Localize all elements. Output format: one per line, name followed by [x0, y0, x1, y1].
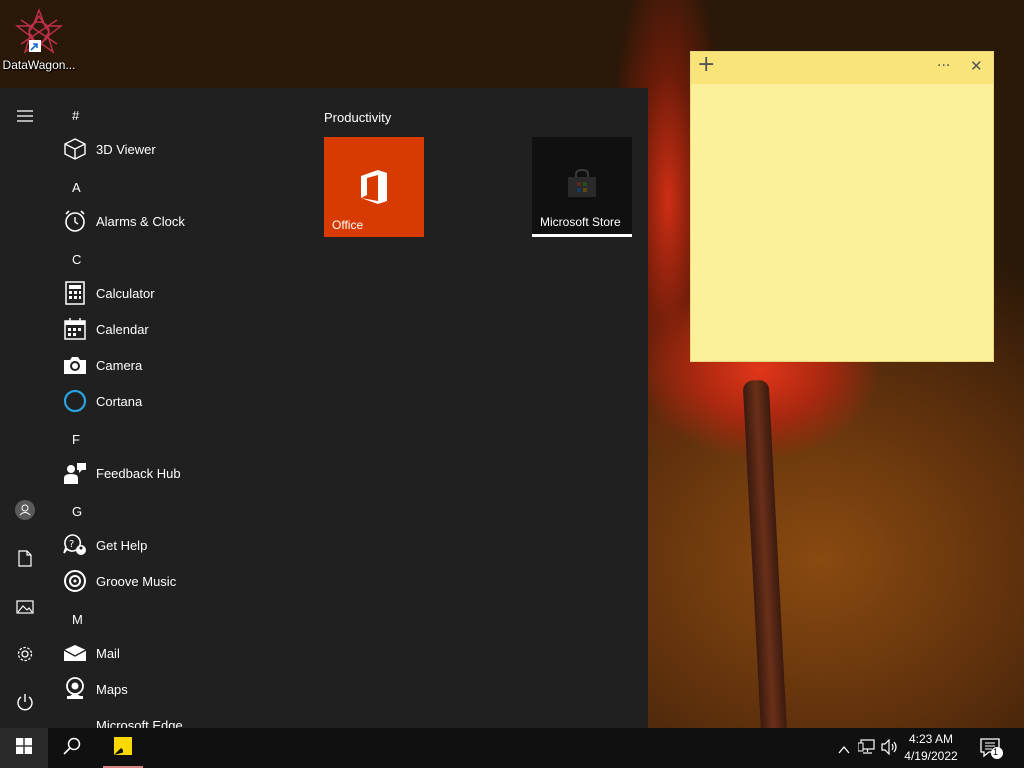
- mail-icon: [62, 640, 88, 666]
- power-icon: [16, 693, 34, 715]
- app-label: Calculator: [96, 285, 155, 301]
- clock-date: 4/19/2022: [904, 749, 958, 763]
- app-get-help[interactable]: ? Get Help: [62, 527, 292, 563]
- app-label: Microsoft Edge: [96, 717, 183, 729]
- user-account-button[interactable]: [0, 492, 50, 532]
- desktop-icon-label: DataWagon...: [2, 58, 76, 72]
- note-menu-button[interactable]: ···: [937, 58, 950, 74]
- app-label: Cortana: [96, 393, 143, 409]
- tile-office[interactable]: Office: [324, 137, 424, 237]
- app-label: 3D Viewer: [96, 141, 156, 157]
- cube-icon: [62, 136, 88, 162]
- get-help-icon: ?: [62, 532, 88, 558]
- app-camera[interactable]: Camera: [62, 347, 292, 383]
- app-label: Camera: [96, 357, 143, 373]
- camera-icon: [62, 352, 88, 378]
- chevron-up-icon[interactable]: [838, 740, 850, 759]
- power-button[interactable]: [0, 684, 50, 724]
- settings-gear-icon: [16, 645, 34, 667]
- sticky-note-window: + ··· ✕: [690, 51, 994, 362]
- clock-time: 4:23 AM: [908, 732, 954, 746]
- app-label: Maps: [96, 681, 128, 697]
- documents-icon: [18, 549, 32, 571]
- calendar-icon: [62, 316, 88, 342]
- desktop-icon-datawagon[interactable]: DataWagon...: [0, 8, 78, 72]
- hamburger-menu-icon: [17, 107, 33, 126]
- app-feedback-hub[interactable]: Feedback Hub: [62, 455, 292, 491]
- app-label: Alarms & Clock: [96, 213, 185, 229]
- calculator-icon: [62, 280, 88, 306]
- pictures-button[interactable]: [0, 588, 50, 628]
- maps-icon: [62, 676, 88, 702]
- svg-text:?: ?: [69, 539, 74, 550]
- wallpaper-flower-stem: [742, 379, 788, 741]
- tile-label: Microsoft Store: [540, 215, 621, 229]
- app-3d-viewer[interactable]: 3D Viewer: [62, 131, 292, 167]
- pictures-icon: [16, 599, 34, 618]
- app-label: Mail: [96, 645, 120, 661]
- network-icon[interactable]: [857, 739, 876, 759]
- search-button[interactable]: [48, 728, 96, 768]
- tile-microsoft-store[interactable]: Microsoft Store: [532, 137, 632, 237]
- tile-group-title[interactable]: Productivity: [324, 110, 391, 125]
- letter-header-m[interactable]: M: [72, 612, 83, 627]
- start-rail: [0, 88, 50, 728]
- documents-button[interactable]: [0, 540, 50, 580]
- app-calendar[interactable]: Calendar: [62, 311, 292, 347]
- app-calculator[interactable]: Calculator: [62, 275, 292, 311]
- letter-header-hash[interactable]: #: [72, 108, 79, 123]
- windows-logo-icon: [16, 738, 32, 758]
- letter-header-c[interactable]: C: [72, 252, 81, 267]
- app-label: Calendar: [96, 321, 149, 337]
- app-groove-music[interactable]: Groove Music: [62, 563, 292, 599]
- taskbar: 4:23 AM 4/19/2022 1: [0, 728, 1024, 768]
- app-microsoft-edge[interactable]: Microsoft Edge: [62, 707, 292, 729]
- search-icon: [63, 737, 81, 759]
- user-avatar-icon: [15, 500, 35, 524]
- settings-button[interactable]: [0, 636, 50, 676]
- feedback-hub-icon: [62, 460, 88, 486]
- letter-header-g[interactable]: G: [72, 504, 82, 519]
- system-tray: 4:23 AM 4/19/2022 1: [824, 728, 1024, 768]
- sticky-notes-icon: [113, 736, 133, 760]
- taskbar-clock[interactable]: 4:23 AM 4/19/2022: [896, 731, 966, 765]
- hamburger-menu-button[interactable]: [0, 96, 50, 136]
- app-cortana[interactable]: Cortana: [62, 383, 292, 419]
- letter-header-a[interactable]: A: [72, 180, 81, 195]
- action-center-button[interactable]: 1: [980, 738, 1004, 760]
- notification-count-badge: 1: [993, 747, 999, 757]
- edge-icon: [62, 712, 88, 728]
- taskbar-sticky-notes[interactable]: [103, 728, 143, 768]
- app-label: Get Help: [96, 537, 148, 553]
- app-label: Groove Music: [96, 573, 177, 589]
- add-note-button[interactable]: +: [697, 52, 715, 77]
- start-button[interactable]: [0, 728, 48, 768]
- groove-music-icon: [62, 568, 88, 594]
- sticky-note-content[interactable]: [691, 84, 993, 361]
- app-alarms-clock[interactable]: Alarms & Clock: [62, 203, 292, 239]
- office-logo-icon: [360, 170, 388, 208]
- datawagon-logo-icon: [14, 8, 64, 56]
- app-label: Feedback Hub: [96, 465, 181, 481]
- alarm-clock-icon: [62, 208, 88, 234]
- cortana-ring-icon: [62, 388, 88, 414]
- app-list: # 3D Viewer A Alarms & Clock C Calculato…: [50, 88, 290, 728]
- close-note-button[interactable]: ✕: [970, 57, 983, 75]
- letter-header-f[interactable]: F: [72, 432, 80, 447]
- sticky-note-title-bar: + ··· ✕: [691, 52, 993, 84]
- tile-label: Office: [332, 218, 364, 232]
- app-maps[interactable]: Maps: [62, 671, 292, 707]
- store-bag-icon: [566, 168, 598, 203]
- start-menu: # 3D Viewer A Alarms & Clock C Calculato…: [0, 88, 648, 728]
- app-mail[interactable]: Mail: [62, 635, 292, 671]
